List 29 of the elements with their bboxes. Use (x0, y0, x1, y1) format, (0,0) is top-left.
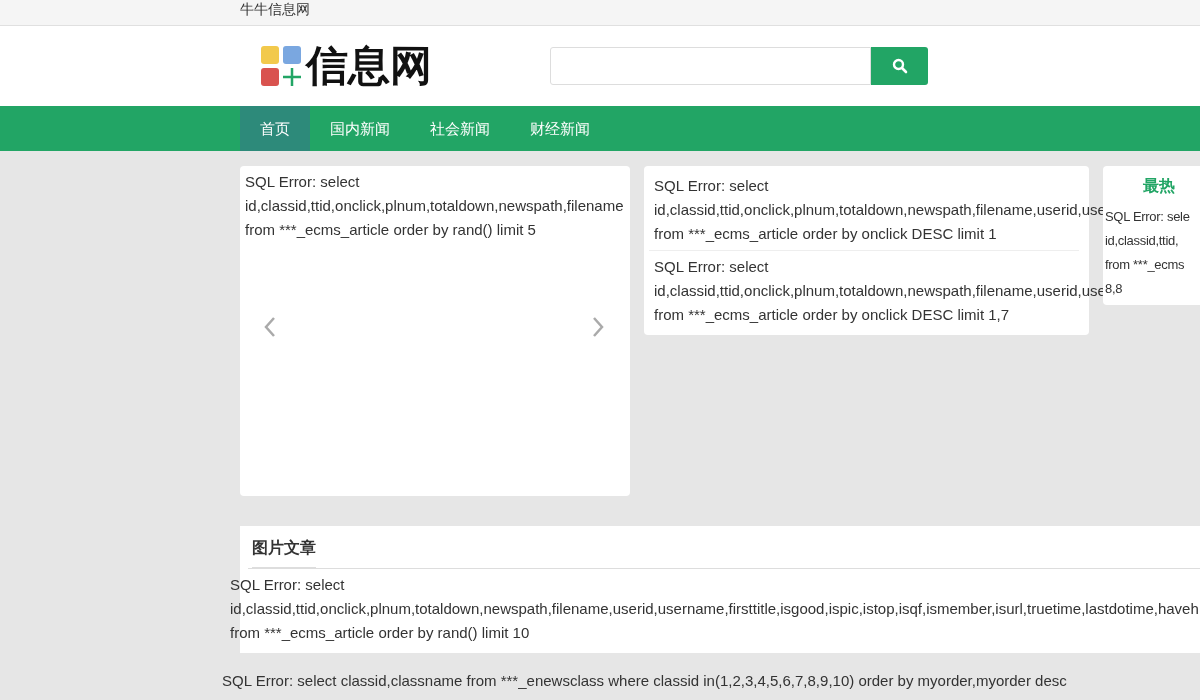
error-text: from ***_ecms (1105, 256, 1185, 274)
hot-title: 最热 (1143, 176, 1175, 196)
error-text: SQL Error: select (230, 575, 345, 595)
site-name: 牛牛信息网 (240, 1, 310, 18)
search-icon (891, 58, 908, 74)
error-text: from ***_ecms_article order by onclick DESC limit 1 (654, 224, 997, 244)
error-text: from ***_ecms_article order by rand() limit 5 (245, 220, 536, 240)
nav-tab[interactable]: 社会新闻 (410, 106, 510, 151)
search-button[interactable] (871, 47, 928, 85)
error-text: SQL Error: select (654, 176, 769, 196)
nav-tab[interactable]: 首页 (240, 106, 310, 151)
nav-tab[interactable]: 国内新闻 (310, 106, 410, 151)
error-text: SQL Error: select classid,classname from ***_enewsclass where classid in(1,2,3,4,5,6,7,8,9,10) order by myorder,myorder desc (222, 671, 1067, 691)
section-title: 图片文章 (252, 538, 316, 568)
error-text: from ***_ecms_article order by rand() limit 10 (230, 623, 530, 643)
error-text: id,classid,ttid,onclick,plnum,totaldown,newspath,filename,userid,use (654, 281, 1106, 301)
error-text: from ***_ecms_article order by onclick DESC limit 1,7 (654, 305, 1010, 325)
error-text: id,classid,ttid, (1105, 232, 1179, 250)
search-field[interactable] (550, 47, 871, 85)
logo-icon (260, 45, 302, 87)
logo-text: 信息网 (306, 44, 432, 88)
nav-tab[interactable]: 财经新闻 (510, 106, 610, 151)
error-text: SQL Error: select (245, 172, 360, 192)
error-text: SQL Error: select (654, 257, 769, 277)
error-text: id,classid,ttid,onclick,plnum,totaldown,newspath,filename,userid,username,firsttitle,isgood,ispic,istop,isqf,ismember,isurl,truetime,lastdotime,haveh (230, 599, 1199, 619)
error-text: 8,8 (1105, 280, 1123, 298)
error-text: id,classid,ttid,onclick,plnum,totaldown,newspath,filename,userid,use (654, 200, 1106, 220)
error-text: id,classid,ttid,onclick,plnum,totaldown,newspath,filename (245, 196, 624, 216)
error-text: SQL Error: sele (1105, 208, 1190, 226)
